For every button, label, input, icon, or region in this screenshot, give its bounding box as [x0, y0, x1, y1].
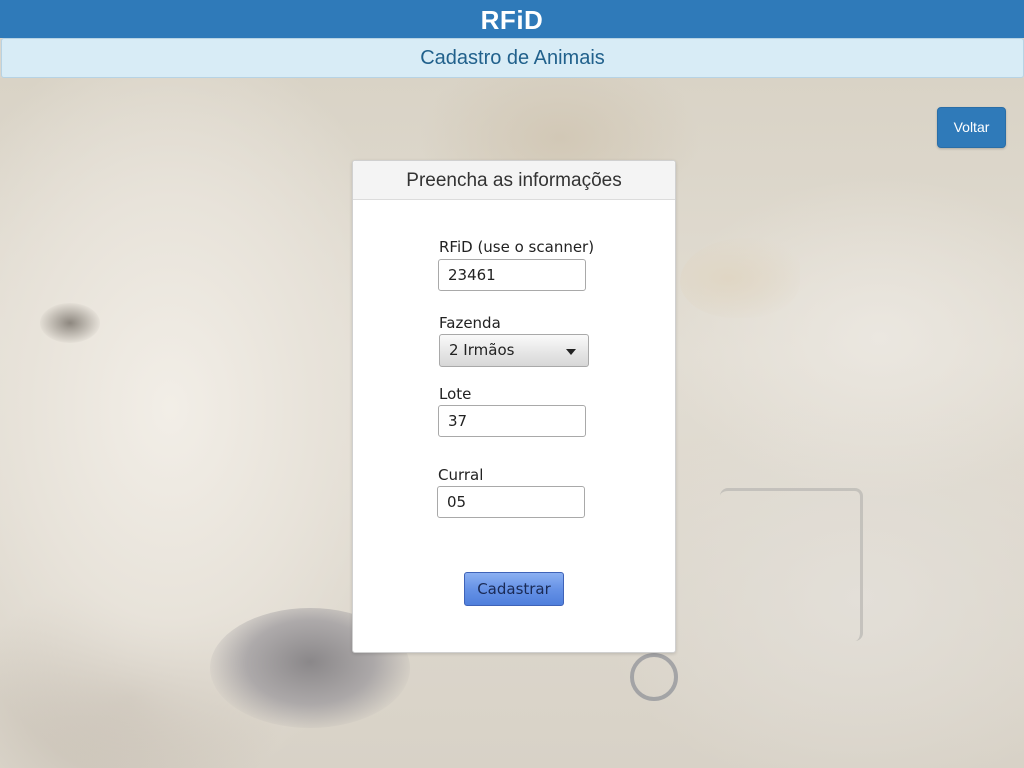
app-title: RFiD [480, 5, 544, 35]
rfid-input[interactable]: 23461 [438, 259, 586, 291]
background-shape [630, 653, 678, 701]
submit-button[interactable]: Cadastrar [464, 572, 564, 606]
page-title: Cadastro de Animais [420, 47, 605, 69]
page-subheader: Cadastro de Animais [1, 38, 1024, 78]
fazenda-selected-value: 2 Irmãos [449, 341, 515, 359]
rfid-label: RFiD (use o scanner) [439, 238, 595, 256]
background-shape [720, 488, 863, 641]
app-window: RFiD Cadastro de Animais Voltar Preencha… [0, 0, 1024, 768]
lote-label: Lote [439, 385, 472, 403]
lote-input[interactable]: 37 [438, 405, 586, 437]
fazenda-select[interactable]: 2 Irmãos [439, 334, 589, 367]
background-shape [680, 238, 800, 318]
fazenda-label: Fazenda [439, 314, 501, 332]
back-button[interactable]: Voltar [937, 107, 1006, 148]
curral-input[interactable]: 05 [437, 486, 585, 518]
curral-label: Curral [438, 466, 484, 484]
background-shape [40, 303, 100, 343]
form-card: Preencha as informações RFiD (use o scan… [352, 160, 676, 653]
chevron-down-icon [566, 349, 576, 355]
form-heading: Preencha as informações [353, 161, 675, 200]
app-title-bar: RFiD [0, 0, 1024, 38]
